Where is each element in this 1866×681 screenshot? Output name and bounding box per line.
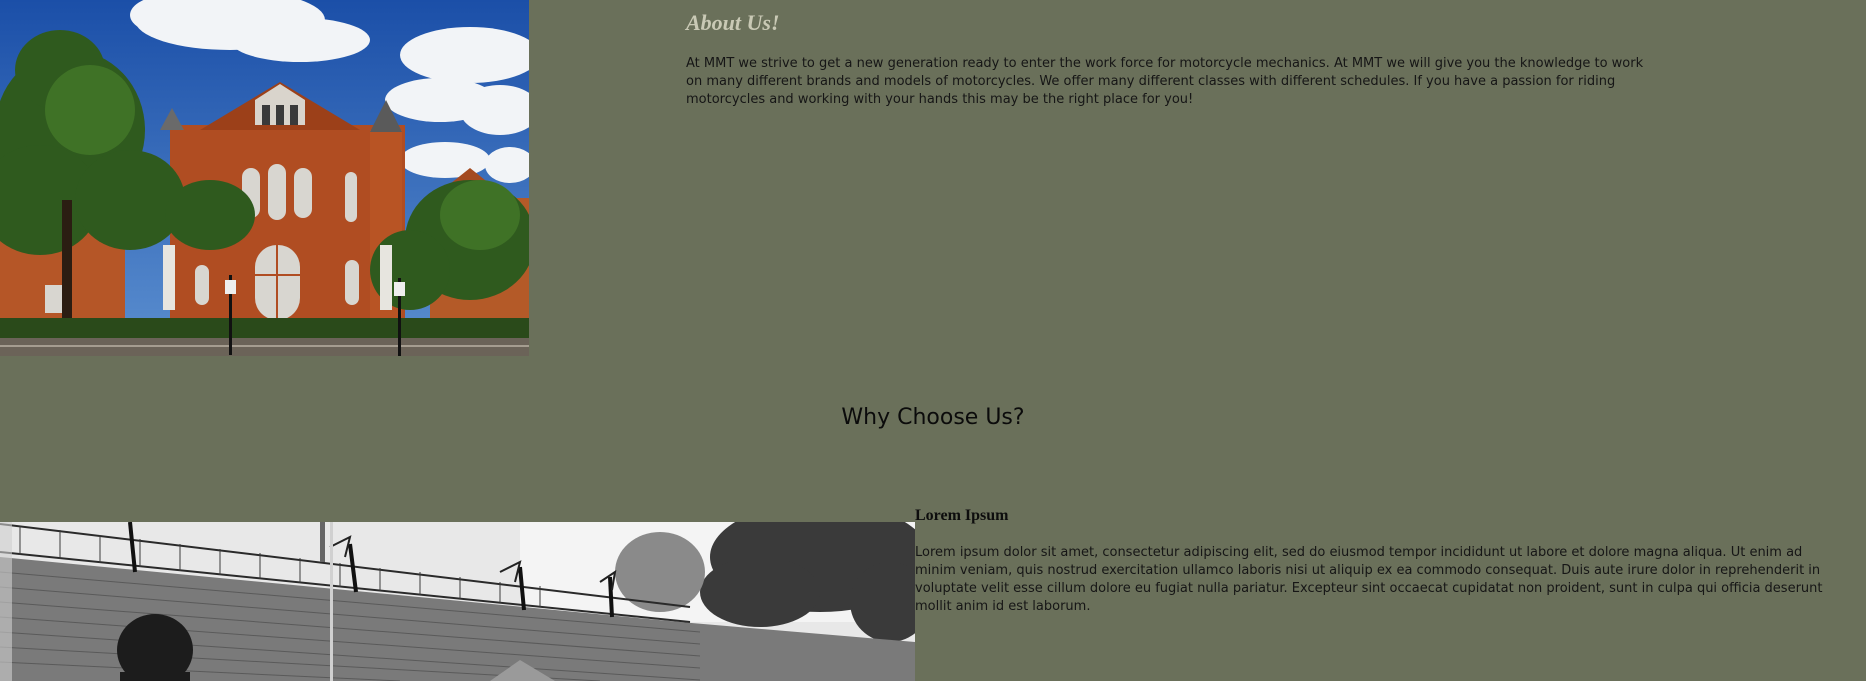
why-choose-us-heading: Why Choose Us? <box>841 405 1025 430</box>
lorem-heading: Lorem Ipsum <box>915 507 1009 524</box>
workshop-image <box>0 522 915 681</box>
campus-building-image <box>0 0 529 356</box>
page: About Us! At MMT we strive to get a new … <box>0 0 1866 681</box>
about-title: About Us! <box>686 10 780 35</box>
about-paragraph: At MMT we strive to get a new generation… <box>686 56 1644 107</box>
lorem-paragraph: Lorem ipsum dolor sit amet, consectetur … <box>915 545 1823 614</box>
